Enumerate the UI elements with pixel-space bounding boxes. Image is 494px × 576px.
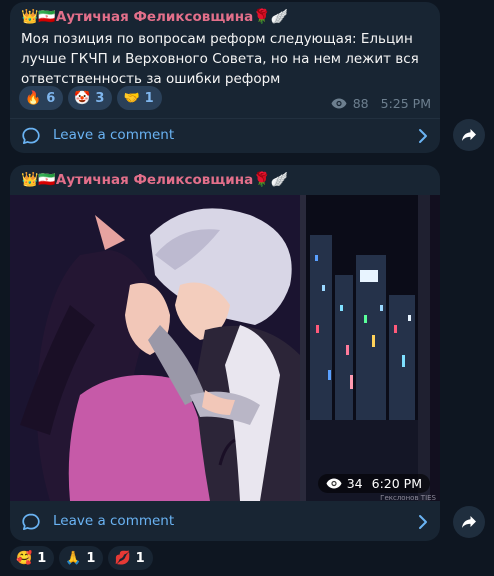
fire-icon: 🔥 [25, 90, 42, 106]
leave-comment-label: Leave a comment [53, 513, 175, 529]
reaction-fire[interactable]: 🔥 6 [19, 86, 64, 110]
timestamp: 6:20 PM [371, 476, 422, 491]
author-prefix-emoji: 👑🇮🇷 [21, 9, 56, 25]
reaction-smiling-hearts[interactable]: 🥰 1 [10, 546, 55, 570]
reaction-count: 1 [37, 550, 47, 566]
leave-comment-button[interactable]: Leave a comment [10, 505, 440, 539]
comment-bubble-icon [22, 127, 40, 145]
reaction-count: 1 [144, 90, 154, 106]
artist-watermark: Гекслонов ТIES [380, 494, 436, 502]
share-arrow-icon [462, 516, 476, 528]
pixel-art-illustration [10, 195, 440, 501]
artwork-image[interactable]: 34 6:20 PM Гекслонов ТIES [10, 195, 440, 502]
share-button[interactable] [453, 119, 485, 151]
reactions-bar: 🥰 1 🙏 1 💋 1 [10, 546, 153, 570]
reaction-handshake[interactable]: 🤝 1 [117, 86, 162, 110]
channel-author[interactable]: 👑🇮🇷Аутичная Феликсовщина🌹🪽 [21, 9, 288, 25]
reactions-bar: 🔥 6 🤡 3 🤝 1 [19, 86, 162, 110]
message-bubble-1: 👑🇮🇷Аутичная Феликсовщина🌹🪽 Моя позиция п… [10, 2, 440, 153]
view-count: 88 [352, 96, 369, 111]
comment-bubble-icon [22, 513, 40, 531]
message-text: Моя позиция по вопросам реформ следующая… [21, 31, 419, 87]
reaction-count: 3 [95, 90, 105, 106]
kiss-mark-icon: 💋 [114, 550, 131, 566]
image-meta: 34 6:20 PM [317, 474, 430, 493]
author-suffix-emoji: 🌹🪽 [253, 9, 289, 25]
reaction-count: 1 [135, 550, 145, 566]
timestamp: 5:25 PM [380, 96, 431, 111]
smiling-face-hearts-icon: 🥰 [16, 550, 33, 566]
folded-hands-icon: 🙏 [65, 550, 82, 566]
message-bubble-2: 👑🇮🇷Аутичная Феликсовщина🌹🪽 34 6:20 PM Ге… [10, 165, 440, 541]
chevron-right-icon [419, 515, 427, 529]
clown-icon: 🤡 [74, 90, 91, 106]
eye-icon [331, 98, 347, 109]
reaction-pray[interactable]: 🙏 1 [59, 546, 104, 570]
leave-comment-label: Leave a comment [53, 127, 175, 143]
message-meta: 88 5:25 PM [331, 96, 431, 111]
leave-comment-button[interactable]: Leave a comment [10, 119, 440, 153]
channel-author[interactable]: 👑🇮🇷Аутичная Феликсовщина🌹🪽 [21, 172, 288, 188]
reaction-count: 1 [86, 550, 96, 566]
chevron-right-icon [419, 129, 427, 143]
share-arrow-icon [462, 129, 476, 141]
author-name: Аутичная Феликсовщина [55, 9, 254, 25]
view-count: 34 [346, 476, 363, 491]
author-prefix-emoji: 👑🇮🇷 [21, 172, 56, 188]
reaction-count: 6 [46, 90, 56, 106]
author-name: Аутичная Феликсовщина [55, 172, 254, 188]
eye-icon [326, 478, 342, 489]
reaction-clown[interactable]: 🤡 3 [68, 86, 113, 110]
author-suffix-emoji: 🌹🪽 [253, 172, 289, 188]
handshake-icon: 🤝 [123, 90, 140, 106]
share-button[interactable] [453, 506, 485, 538]
reaction-kiss[interactable]: 💋 1 [108, 546, 153, 570]
